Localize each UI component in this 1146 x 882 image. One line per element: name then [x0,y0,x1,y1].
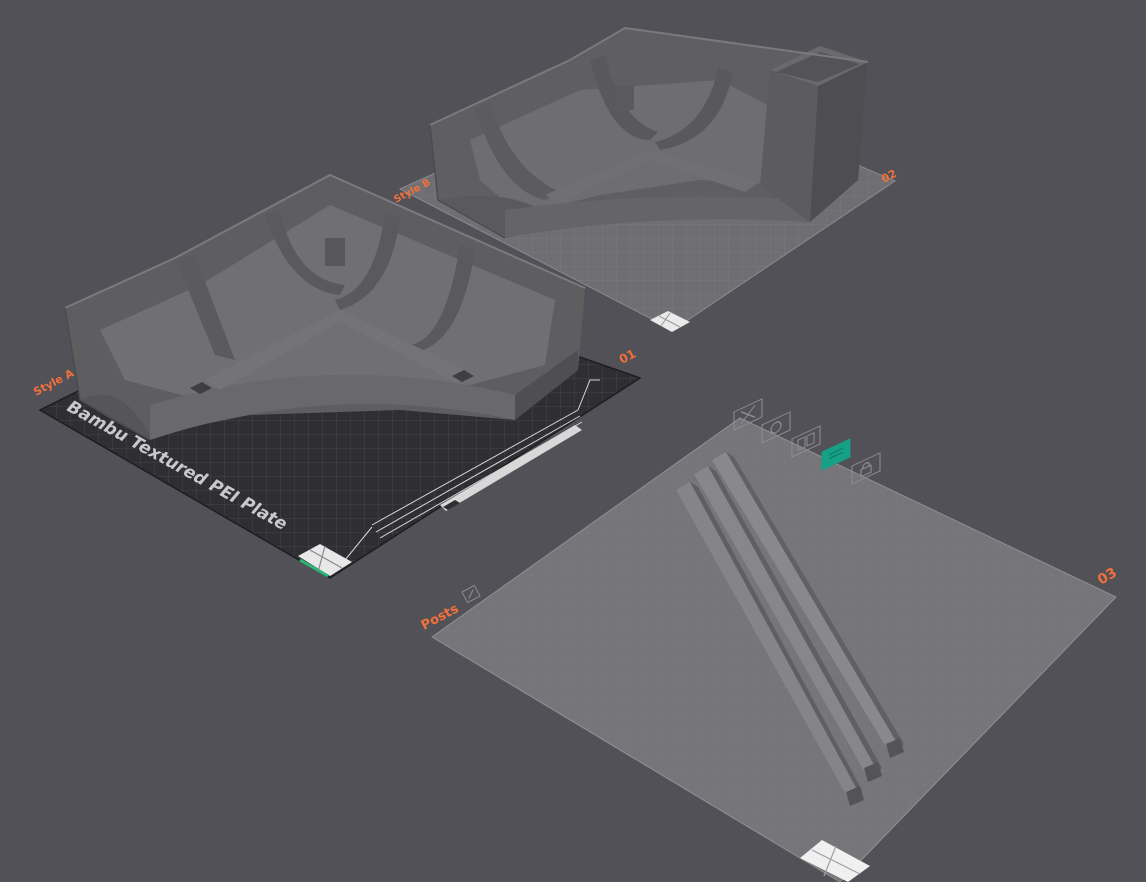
plate-name[interactable]: Style A [31,366,76,398]
tray-style-b[interactable] [429,26,869,239]
plate-name-edit-icon[interactable] [461,584,481,604]
3d-viewport[interactable]: 02 Style B Bambu Textured PEI Plate 01 S… [0,0,1146,882]
plate-number: 01 [617,346,638,366]
plate-number: 03 [1095,565,1120,589]
